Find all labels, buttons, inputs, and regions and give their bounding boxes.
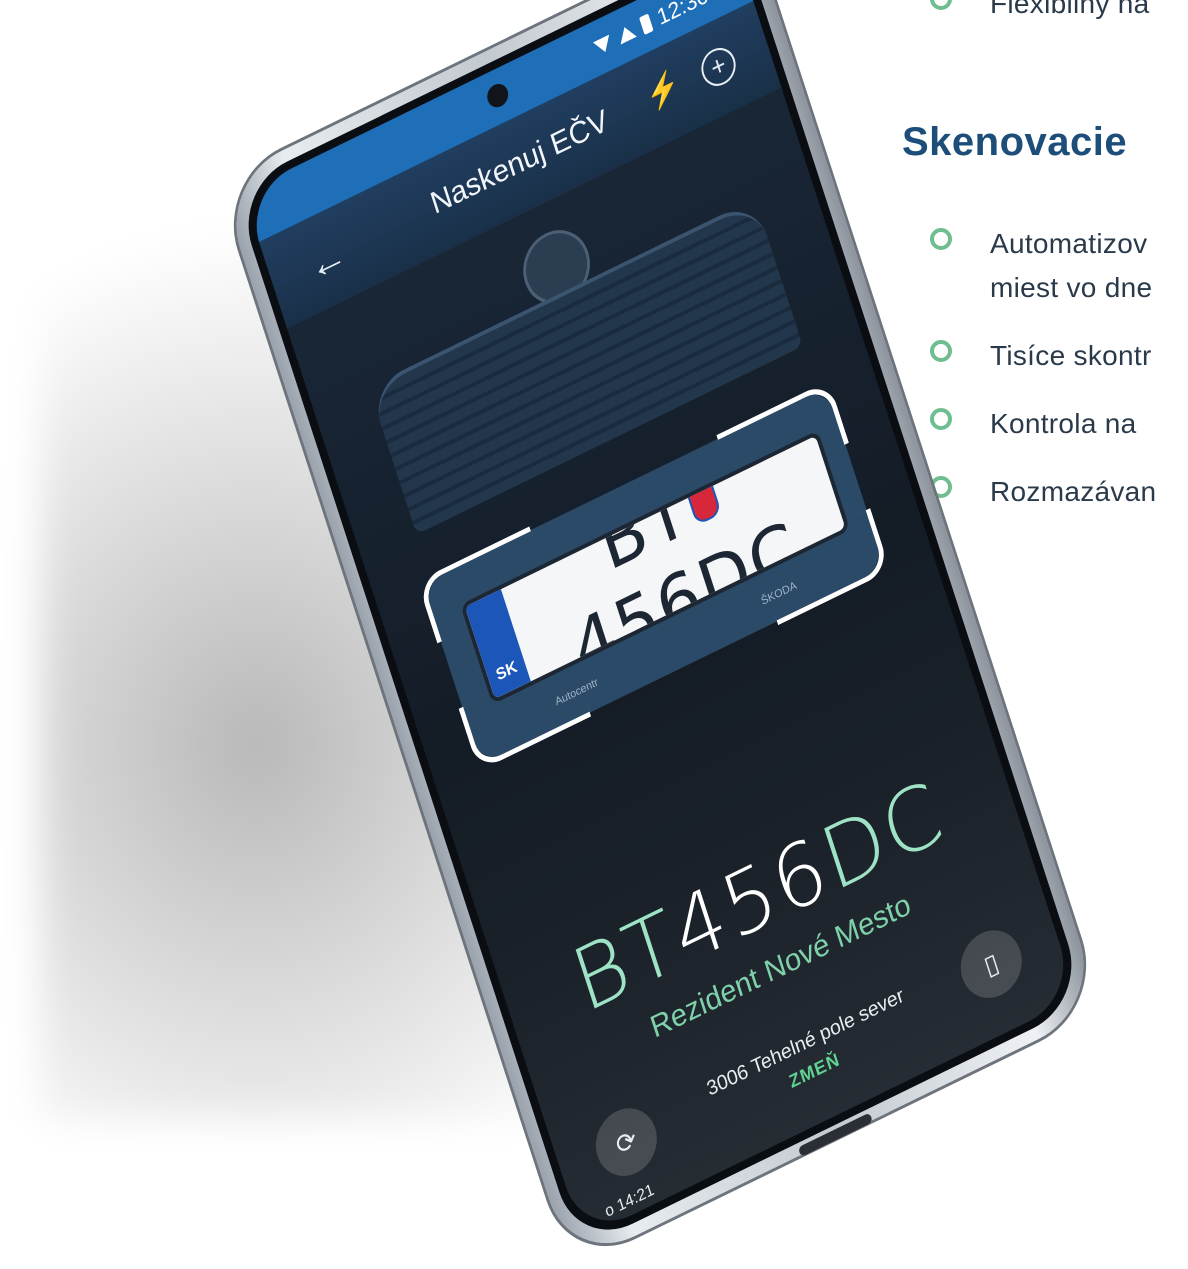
bullet-blur: Rozmazávan: [930, 470, 1156, 514]
bullet-text: Flexibilný ná: [990, 0, 1150, 19]
bullet-text: Tisíce skontr: [990, 340, 1152, 371]
bullet-automated-cont: miest vo dne: [930, 266, 1152, 310]
bullet-ring-icon: [930, 340, 952, 362]
bullet-thousands: Tisíce skontr: [930, 334, 1152, 378]
wifi-icon: [592, 34, 614, 56]
time-small: o 14:21: [602, 1181, 657, 1222]
bullet-text: Automatizov: [990, 228, 1148, 259]
bullet-text: miest vo dne: [990, 272, 1153, 303]
bullet-text: Kontrola na: [990, 408, 1137, 439]
bullet-ring-icon: [930, 0, 952, 10]
bullet-text: Rozmazávan: [990, 476, 1157, 507]
bullet-ring-icon: [930, 408, 952, 430]
bullet-automated: Automatizov: [930, 222, 1147, 266]
battery-icon: [638, 13, 654, 36]
slovak-crest-icon: [686, 480, 723, 526]
bullet-flexible: Flexibilný ná: [930, 0, 1150, 26]
signal-icon: [616, 23, 637, 45]
front-camera: [484, 80, 512, 111]
section-heading: Skenovacie: [902, 120, 1128, 164]
bullet-ring-icon: [930, 228, 952, 250]
bullet-control: Kontrola na: [930, 402, 1137, 446]
